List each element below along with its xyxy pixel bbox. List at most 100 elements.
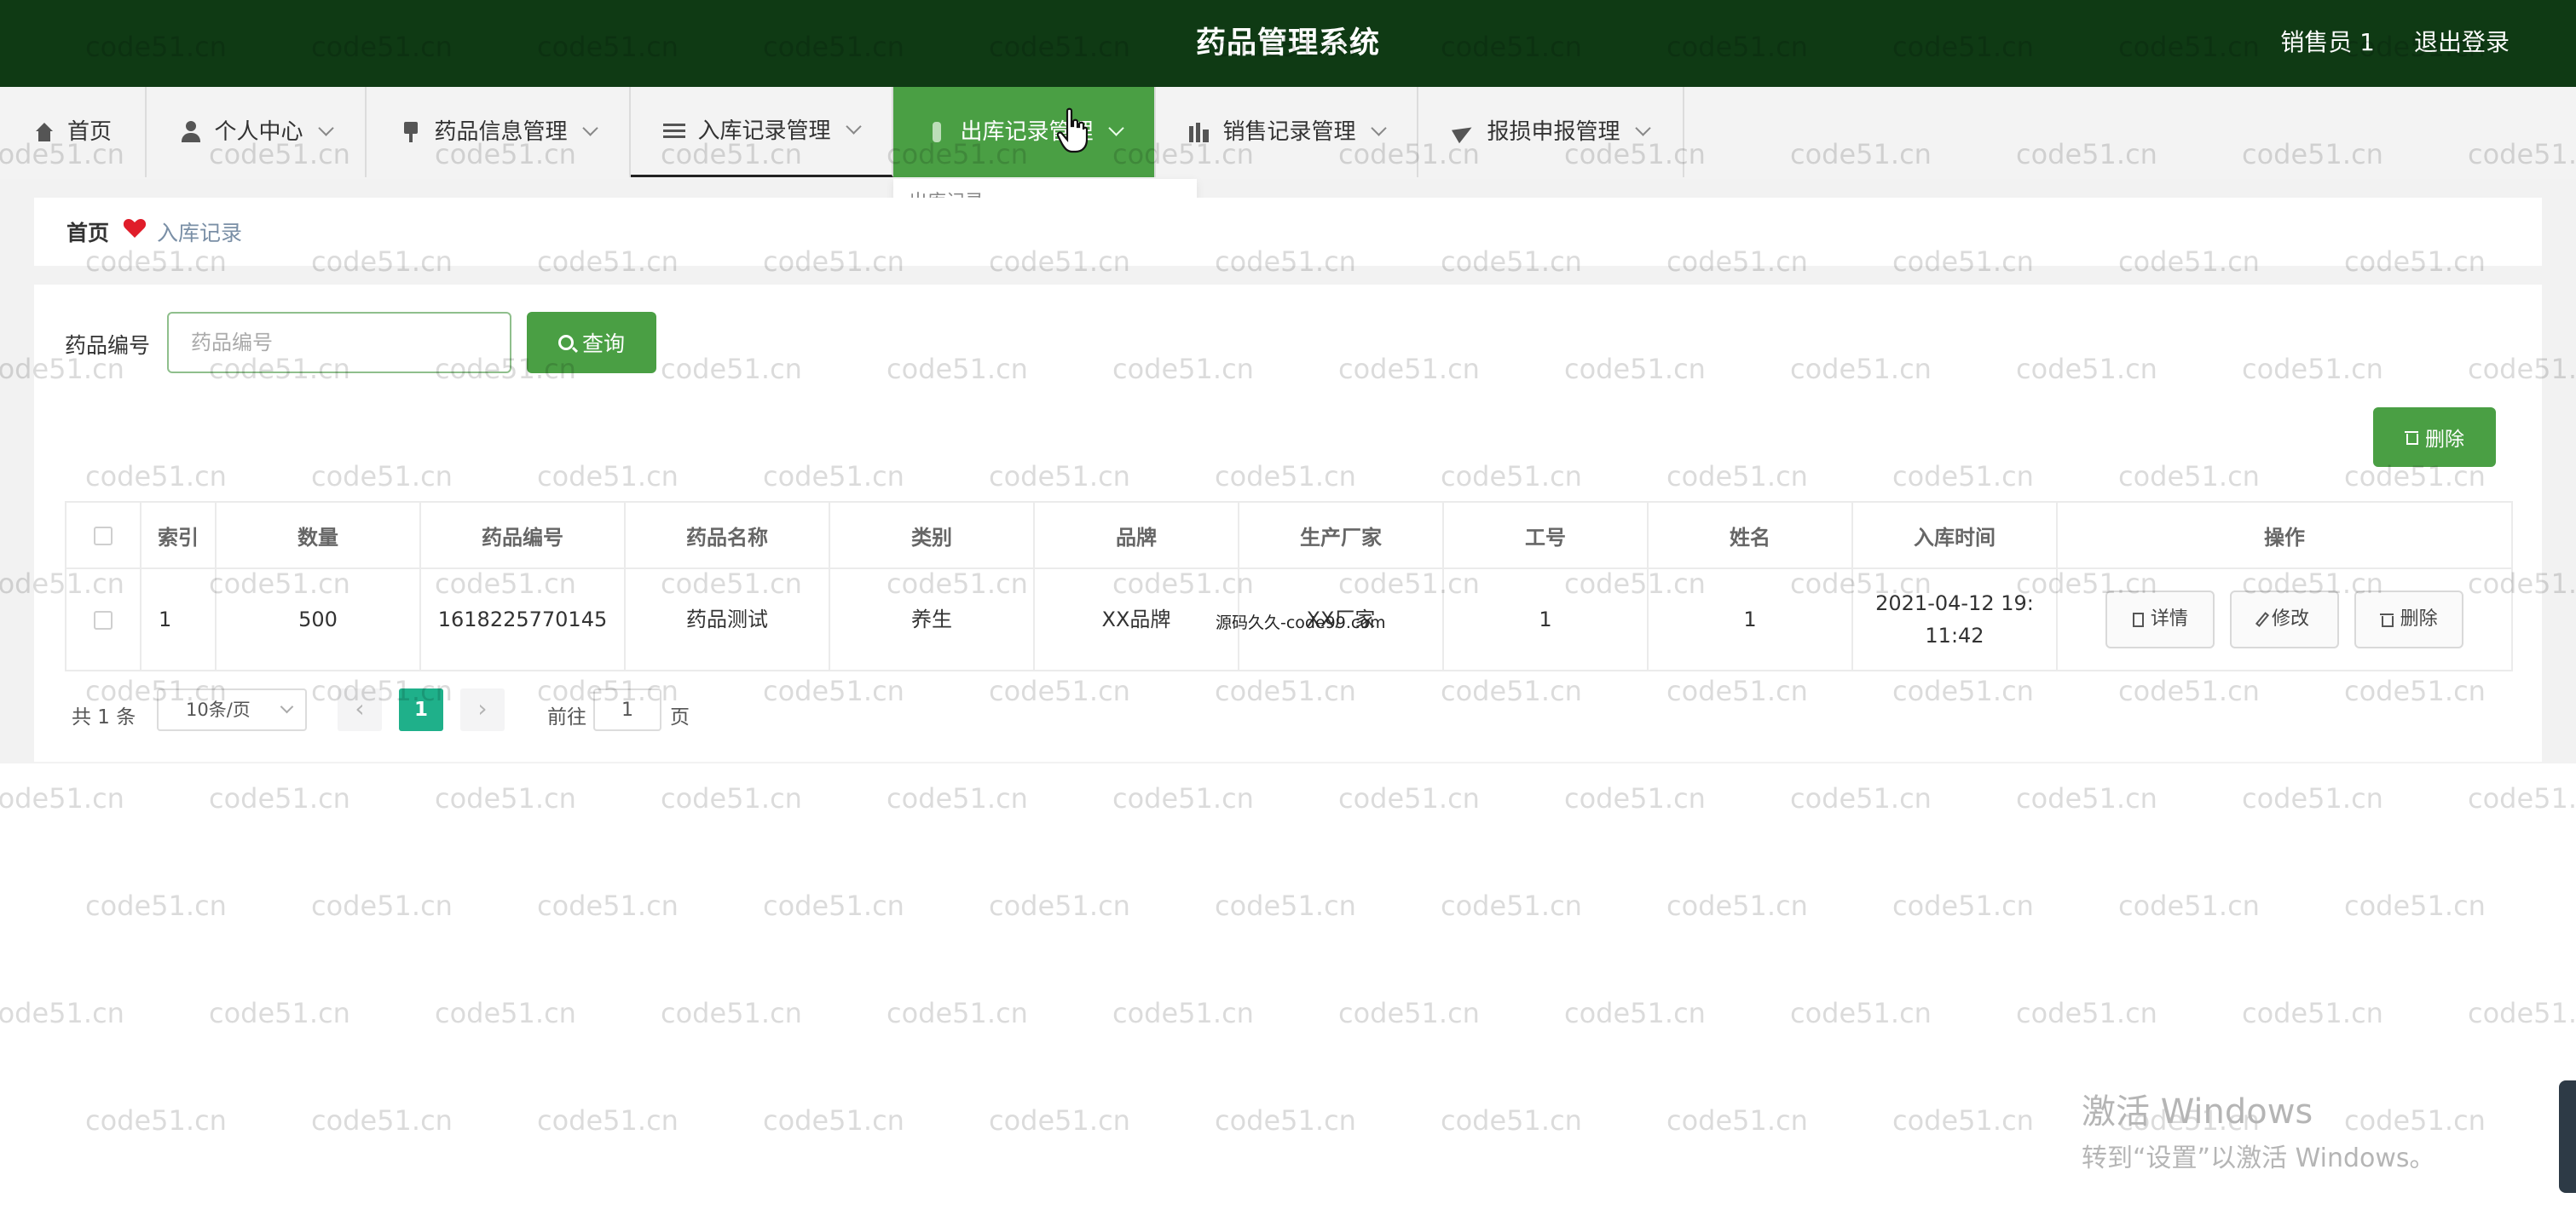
watermark-text: code51.cn — [311, 1104, 453, 1137]
watermark-text: code51.cn — [1564, 997, 1706, 1029]
nav-item-home[interactable]: 首页 — [0, 87, 147, 177]
watermark-text: code51.cn — [1441, 890, 1582, 922]
medicine-icon — [400, 121, 422, 143]
nav-item-label: 报损申报管理 — [1487, 119, 1620, 145]
column-header: 类别 — [829, 501, 1035, 569]
cell-index: 1 — [140, 567, 217, 671]
column-header: 品牌 — [1033, 501, 1239, 569]
search-icon — [557, 335, 574, 350]
watermark-text: code51.cn — [0, 782, 124, 815]
nav-item-personal-center[interactable]: 个人中心 — [147, 87, 367, 177]
watermark-text: code51.cn — [887, 782, 1028, 815]
watermark-text: code51.cn — [1666, 1104, 1808, 1137]
page-number-current[interactable]: 1 — [399, 688, 443, 731]
column-header: 索引 — [140, 501, 217, 569]
chevron-down-icon — [1370, 119, 1387, 136]
nav-item-outbound[interactable]: 出库记录管理 — [893, 87, 1156, 177]
watermark-text: code51.cn — [209, 997, 350, 1029]
watermark-text: code51.cn — [1892, 1104, 2034, 1137]
trash-icon — [2405, 429, 2418, 445]
watermark-text: code51.cn — [537, 1104, 679, 1137]
watermark-text: code51.cn — [2016, 782, 2157, 815]
document-icon — [2132, 612, 2144, 627]
page-size-select[interactable]: 10条/页 — [157, 688, 307, 731]
watermark-text: code51.cn — [2344, 890, 2486, 922]
search-button[interactable]: 查询 — [527, 312, 656, 373]
watermark-text: code51.cn — [2242, 997, 2383, 1029]
breadcrumb — [34, 198, 2542, 266]
table-header-row: 索引 数量 药品编号 药品名称 类别 品牌 生产厂家 工号 姓名 入库时间 操作 — [65, 501, 2513, 569]
watermark-text: code51.cn — [2016, 997, 2157, 1029]
chevron-down-icon — [1634, 119, 1651, 136]
watermark-text: code51.cn — [311, 890, 453, 922]
page-jump-input[interactable] — [593, 688, 661, 731]
main-nav: 首页 个人中心 药品信息管理 入库记录管理 出库记录管理 销售记录管理 报损申报… — [0, 87, 2576, 179]
breadcrumb-current: 入库记录 — [157, 221, 243, 245]
column-header: 操作 — [2056, 501, 2513, 569]
nav-item-label: 个人中心 — [214, 119, 303, 145]
detail-button[interactable]: 详情 — [2105, 590, 2215, 648]
watermark-text: code51.cn — [887, 997, 1028, 1029]
watermark-text: code51.cn — [85, 890, 227, 922]
nav-item-loss-report[interactable]: 报损申报管理 — [1418, 87, 1684, 177]
logout-link[interactable]: 退出登录 — [2414, 0, 2510, 85]
batch-delete-button[interactable]: 删除 — [2373, 407, 2496, 467]
cell-inbound-time: 2021-04-12 19:11:42 — [1851, 567, 2058, 671]
nav-item-sales[interactable]: 销售记录管理 — [1156, 87, 1418, 177]
windows-activation-title: 激活 Windows — [2082, 1092, 2313, 1132]
column-header: 药品编号 — [419, 501, 626, 569]
watermark-text: code51.cn — [1441, 1104, 1582, 1137]
search-button-label: 查询 — [581, 331, 625, 356]
nav-item-drug-info[interactable]: 药品信息管理 — [367, 87, 631, 177]
chevron-down-icon — [280, 700, 294, 714]
cell-drug-name: 药品测试 — [624, 567, 830, 671]
watermark-text: code51.cn — [1338, 782, 1480, 815]
column-header: 生产厂家 — [1238, 501, 1444, 569]
watermark-text: code51.cn — [2468, 782, 2576, 815]
prev-page-button[interactable]: ‹ — [338, 688, 382, 731]
watermark-text: code51.cn — [2242, 782, 2383, 815]
watermark-text: code51.cn — [763, 1104, 904, 1137]
current-user: 销售员 1 — [2280, 28, 2375, 56]
heart-icon — [123, 219, 147, 238]
row-delete-button[interactable]: 删除 — [2354, 590, 2463, 648]
drug-code-search-input[interactable] — [167, 312, 511, 373]
site-watermark: 源码久久-code99.com — [1216, 614, 1386, 632]
next-page-button[interactable]: › — [460, 688, 505, 731]
nav-item-inbound[interactable]: 入库记录管理 — [631, 87, 893, 177]
side-widget — [2559, 1080, 2576, 1193]
outbound-icon — [926, 121, 948, 143]
select-all-checkbox[interactable] — [94, 527, 113, 545]
page-suffix-label: 页 — [670, 706, 690, 729]
search-label: 药品编号 — [65, 333, 151, 358]
watermark-text: code51.cn — [209, 782, 350, 815]
column-header: 姓名 — [1647, 501, 1853, 569]
watermark-text: code51.cn — [1112, 997, 1254, 1029]
watermark-text: code51.cn — [1666, 890, 1808, 922]
page-size-value: 10条/页 — [186, 700, 251, 720]
watermark-text: code51.cn — [2118, 890, 2260, 922]
row-delete-button-label: 删除 — [2400, 608, 2438, 630]
goto-label: 前往 — [547, 706, 586, 729]
row-checkbox[interactable] — [94, 611, 113, 630]
watermark-text: code51.cn — [1215, 890, 1356, 922]
cell-actions: 详情 修改 删除 — [2056, 567, 2513, 671]
send-icon — [1453, 121, 1475, 143]
column-header: 工号 — [1442, 501, 1649, 569]
chevron-down-icon — [845, 118, 862, 135]
windows-activation-subtitle: 转到“设置”以激活 Windows。 — [2082, 1143, 2435, 1173]
list-icon — [663, 119, 686, 142]
watermark-text: code51.cn — [1215, 1104, 1356, 1137]
watermark-text: code51.cn — [2344, 1104, 2486, 1137]
breadcrumb-home[interactable]: 首页 — [66, 216, 109, 247]
pagination-total: 共 1 条 — [72, 706, 136, 729]
select-all-cell — [65, 501, 142, 569]
edit-button-label: 修改 — [2271, 608, 2309, 630]
cell-category: 养生 — [829, 567, 1035, 671]
watermark-text: code51.cn — [1790, 782, 1932, 815]
cell-quantity: 500 — [215, 567, 421, 671]
edit-button[interactable]: 修改 — [2230, 590, 2339, 648]
inbound-records-table: 索引 数量 药品编号 药品名称 类别 品牌 生产厂家 工号 姓名 入库时间 操作… — [65, 501, 2513, 671]
watermark-text: code51.cn — [1564, 782, 1706, 815]
chart-icon — [1188, 121, 1211, 143]
